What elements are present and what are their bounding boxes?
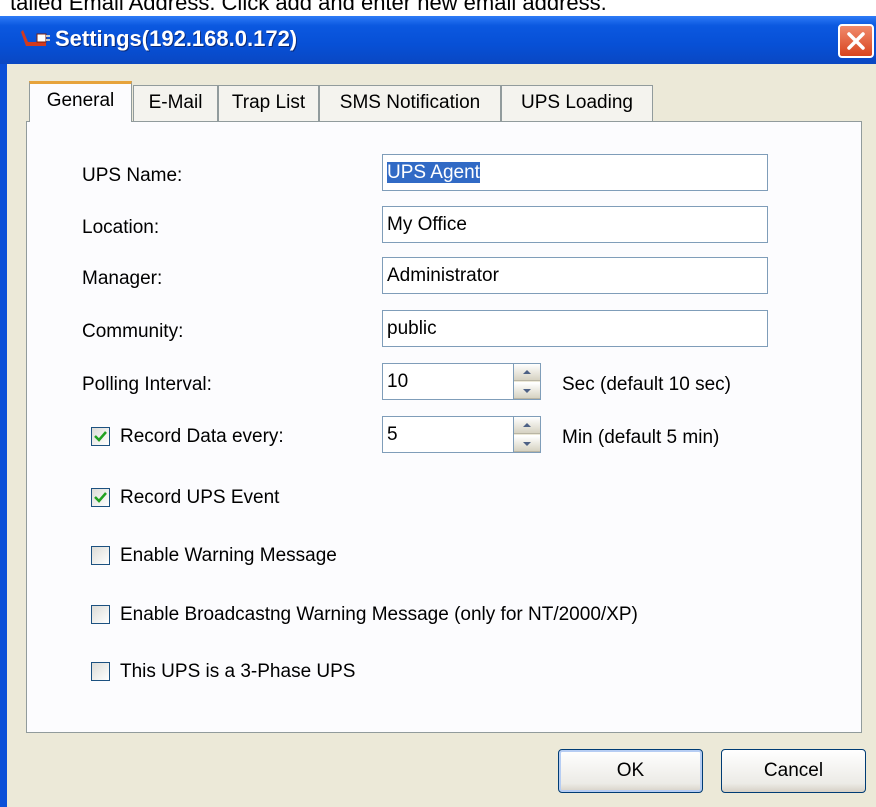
broadcast-warning-label: Enable Broadcastng Warning Message (only… xyxy=(120,604,638,625)
tab-sms-notification[interactable]: SMS Notification xyxy=(319,85,501,121)
tab-general[interactable]: General xyxy=(29,81,132,122)
record-data-spinner[interactable] xyxy=(513,416,541,453)
record-data-checkbox[interactable] xyxy=(91,427,110,446)
record-data-hint: Min (default 5 min) xyxy=(562,427,720,448)
arrow-down-icon xyxy=(523,389,531,393)
community-label: Community: xyxy=(82,321,184,342)
ups-name-label: UPS Name: xyxy=(82,165,183,186)
tab-email[interactable]: E-Mail xyxy=(133,85,218,121)
manager-input[interactable]: Administrator xyxy=(382,257,768,294)
enable-warning-label: Enable Warning Message xyxy=(120,545,337,566)
polling-interval-label: Polling Interval: xyxy=(82,374,212,395)
enable-warning-checkbox[interactable] xyxy=(91,546,110,565)
close-button[interactable] xyxy=(838,24,874,58)
cancel-button[interactable]: Cancel xyxy=(721,749,866,793)
polling-interval-hint: Sec (default 10 sec) xyxy=(562,374,731,395)
dialog-client-area: General E-Mail Trap List SMS Notificatio… xyxy=(7,64,876,807)
record-data-interval-input[interactable]: 5 xyxy=(382,416,514,453)
record-ups-event-label: Record UPS Event xyxy=(120,487,280,508)
three-phase-label: This UPS is a 3-Phase UPS xyxy=(120,661,356,682)
arrow-up-icon xyxy=(523,370,531,374)
record-data-down-button[interactable] xyxy=(514,435,540,452)
polling-interval-input[interactable]: 10 xyxy=(382,363,514,400)
location-input[interactable]: My Office xyxy=(382,206,768,243)
record-data-up-button[interactable] xyxy=(514,417,540,434)
record-ups-event-checkbox[interactable] xyxy=(91,488,110,507)
arrow-down-icon xyxy=(523,442,531,446)
manager-label: Manager: xyxy=(82,268,163,289)
close-icon xyxy=(847,32,865,50)
settings-window: Settings(192.168.0.172) General E-Mail T… xyxy=(0,16,876,807)
window-title: Settings(192.168.0.172) xyxy=(55,26,298,51)
community-input[interactable]: public xyxy=(382,310,768,347)
checkmark-icon xyxy=(94,492,107,503)
tab-trap-list[interactable]: Trap List xyxy=(218,85,319,121)
location-label: Location: xyxy=(82,217,160,238)
title-bar[interactable]: Settings(192.168.0.172) xyxy=(0,16,876,64)
three-phase-checkbox[interactable] xyxy=(91,662,110,681)
ok-button[interactable]: OK xyxy=(558,749,703,793)
ups-name-value: UPS Agent xyxy=(387,162,480,183)
ups-plug-icon xyxy=(20,26,50,50)
caption-text: tailed Email Address. Click add and ente… xyxy=(10,0,607,15)
checkmark-icon xyxy=(94,431,107,442)
polling-interval-spinner[interactable] xyxy=(513,363,541,400)
polling-down-button[interactable] xyxy=(514,382,540,399)
broadcast-warning-checkbox[interactable] xyxy=(91,605,110,624)
polling-up-button[interactable] xyxy=(514,364,540,381)
arrow-up-icon xyxy=(523,423,531,427)
ups-name-input[interactable]: UPS Agent xyxy=(382,154,768,191)
tab-ups-loading[interactable]: UPS Loading xyxy=(501,85,653,121)
caption-text-strip: tailed Email Address. Click add and ente… xyxy=(0,0,876,16)
record-data-label: Record Data every: xyxy=(120,426,284,447)
general-tab-panel: UPS Name: UPS Agent Location: My Office … xyxy=(26,121,862,733)
